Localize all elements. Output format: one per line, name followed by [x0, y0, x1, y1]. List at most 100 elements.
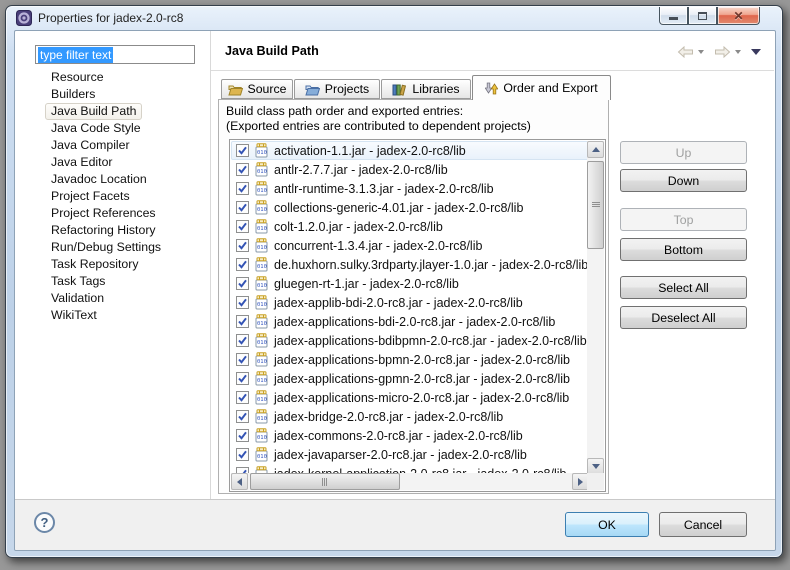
sidebar-item-task-repository[interactable]: Task Repository — [45, 256, 144, 273]
up-button: Up — [620, 141, 747, 164]
entry-checkbox[interactable] — [236, 201, 249, 214]
svg-text:010: 010 — [257, 264, 267, 270]
classpath-entry-row[interactable]: 010 jadex-javaparser-2.0-rc8.jar - jadex… — [231, 445, 589, 464]
sidebar-item-java-code-style[interactable]: Java Code Style — [45, 120, 147, 137]
svg-text:010: 010 — [257, 454, 267, 460]
maximize-button[interactable] — [688, 7, 717, 25]
sidebar-item-java-compiler[interactable]: Java Compiler — [45, 137, 136, 154]
jar-icon: 010 — [255, 295, 268, 310]
jar-icon: 010 — [255, 238, 268, 253]
entry-label: jadex-commons-2.0-rc8.jar - jadex-2.0-rc… — [274, 429, 523, 443]
entry-checkbox[interactable] — [236, 239, 249, 252]
vertical-scrollbar[interactable] — [587, 141, 604, 475]
entry-checkbox[interactable] — [236, 372, 249, 385]
window-title: Properties for jadex-2.0-rc8 — [38, 11, 183, 25]
entry-checkbox[interactable] — [236, 353, 249, 366]
minimize-icon — [669, 17, 678, 20]
tab-source[interactable]: Source — [221, 79, 293, 99]
classpath-entry-row[interactable]: 010 colt-1.2.0.jar - jadex-2.0-rc8/lib — [231, 217, 589, 236]
deselect-all-button[interactable]: Deselect All — [620, 306, 747, 329]
entry-checkbox[interactable] — [236, 163, 249, 176]
cancel-button[interactable]: Cancel — [659, 512, 747, 537]
classpath-entry-row[interactable]: 010 collections-generic-4.01.jar - jadex… — [231, 198, 589, 217]
classpath-entry-row[interactable]: 010 concurrent-1.3.4.jar - jadex-2.0-rc8… — [231, 236, 589, 255]
sidebar-item-project-facets[interactable]: Project Facets — [45, 188, 136, 205]
classpath-entry-row[interactable]: 010 gluegen-rt-1.jar - jadex-2.0-rc8/lib — [231, 274, 589, 293]
svg-text:010: 010 — [257, 188, 267, 194]
svg-text:010: 010 — [257, 302, 267, 308]
jar-icon: 010 — [255, 428, 268, 443]
classpath-entry-row[interactable]: 010 jadex-applications-micro-2.0-rc8.jar… — [231, 388, 589, 407]
jar-icon: 010 — [255, 314, 268, 329]
sidebar-item-javadoc-location[interactable]: Javadoc Location — [45, 171, 153, 188]
panel-description-line2: (Exported entries are contributed to dep… — [226, 119, 531, 133]
classpath-entry-row[interactable]: 010 jadex-bridge-2.0-rc8.jar - jadex-2.0… — [231, 407, 589, 426]
select-all-button[interactable]: Select All — [620, 276, 747, 299]
projects-tab-icon — [305, 83, 320, 96]
sidebar-item-refactoring-history[interactable]: Refactoring History — [45, 222, 162, 239]
sidebar-item-project-references[interactable]: Project References — [45, 205, 162, 222]
classpath-entry-row[interactable]: 010 jadex-applications-bdibpmn-2.0-rc8.j… — [231, 331, 589, 350]
button-bar: ? OK Cancel — [15, 500, 775, 550]
svg-text:010: 010 — [257, 207, 267, 213]
down-button[interactable]: Down — [620, 169, 747, 192]
entry-checkbox[interactable] — [236, 296, 249, 309]
sidebar-item-java-editor[interactable]: Java Editor — [45, 154, 119, 171]
entry-checkbox[interactable] — [236, 429, 249, 442]
sidebar-item-resource[interactable]: Resource — [45, 69, 110, 86]
sidebar-item-task-tags[interactable]: Task Tags — [45, 273, 111, 290]
minimize-button[interactable] — [659, 7, 688, 25]
jar-icon: 010 — [255, 219, 268, 234]
tab-libraries[interactable]: Libraries — [381, 79, 471, 99]
view-menu-icon[interactable] — [751, 49, 761, 55]
classpath-entry-row[interactable]: 010 jadex-applib-bdi-2.0-rc8.jar - jadex… — [231, 293, 589, 312]
horizontal-scroll-thumb[interactable] — [250, 473, 400, 490]
properties-dialog-window: Properties for jadex-2.0-rc8 ✕ type filt… — [5, 5, 783, 558]
classpath-entry-row[interactable]: 010 jadex-commons-2.0-rc8.jar - jadex-2.… — [231, 426, 589, 445]
sidebar-item-wikitext[interactable]: WikiText — [45, 307, 103, 324]
thumb-grip — [322, 478, 327, 486]
sidebar-item-validation[interactable]: Validation — [45, 290, 110, 307]
entry-checkbox[interactable] — [236, 391, 249, 404]
dialog-body: type filter text ResourceBuildersJava Bu… — [14, 30, 776, 551]
entry-checkbox[interactable] — [236, 315, 249, 328]
svg-text:010: 010 — [257, 397, 267, 403]
tab-label: Projects — [325, 82, 369, 96]
entry-checkbox[interactable] — [236, 448, 249, 461]
tab-projects[interactable]: Projects — [294, 79, 380, 99]
entry-checkbox[interactable] — [236, 182, 249, 195]
scroll-up-button[interactable] — [587, 141, 604, 158]
entry-checkbox[interactable] — [236, 144, 249, 157]
classpath-entry-row[interactable]: 010 antlr-runtime-3.1.3.jar - jadex-2.0-… — [231, 179, 589, 198]
entry-checkbox[interactable] — [236, 258, 249, 271]
bottom-button[interactable]: Bottom — [620, 238, 747, 261]
svg-text:010: 010 — [257, 340, 267, 346]
source-tab-icon — [228, 83, 243, 96]
classpath-entry-row[interactable]: 010 jadex-applications-gpmn-2.0-rc8.jar … — [231, 369, 589, 388]
vertical-scroll-thumb[interactable] — [587, 161, 604, 249]
horizontal-scrollbar[interactable] — [231, 473, 589, 490]
scroll-left-button[interactable] — [231, 473, 248, 490]
sidebar-item-builders[interactable]: Builders — [45, 86, 101, 103]
close-button[interactable]: ✕ — [717, 7, 760, 25]
ok-button[interactable]: OK — [565, 512, 649, 537]
filter-text: type filter text — [38, 47, 113, 63]
entry-checkbox[interactable] — [236, 410, 249, 423]
tab-order-and-export[interactable]: Order and Export — [472, 75, 611, 100]
sidebar-item-run-debug-settings[interactable]: Run/Debug Settings — [45, 239, 167, 256]
thumb-grip — [592, 202, 600, 208]
entry-checkbox[interactable] — [236, 334, 249, 347]
classpath-entry-row[interactable]: 010 jadex-applications-bdi-2.0-rc8.jar -… — [231, 312, 589, 331]
entry-label: jadex-applications-bdibpmn-2.0-rc8.jar -… — [274, 334, 587, 348]
sidebar-item-java-build-path[interactable]: Java Build Path — [45, 103, 142, 120]
entry-checkbox[interactable] — [236, 277, 249, 290]
classpath-entry-row[interactable]: 010 de.huxhorn.sulky.3rdparty.jlayer-1.0… — [231, 255, 589, 274]
entry-checkbox[interactable] — [236, 220, 249, 233]
filter-input[interactable]: type filter text — [35, 45, 195, 64]
jar-icon: 010 — [255, 409, 268, 424]
help-button[interactable]: ? — [34, 512, 55, 533]
classpath-entry-row[interactable]: 010 antlr-2.7.7.jar - jadex-2.0-rc8/lib — [231, 160, 589, 179]
classpath-entry-row[interactable]: 010 activation-1.1.jar - jadex-2.0-rc8/l… — [231, 141, 589, 160]
classpath-entry-row[interactable]: 010 jadex-applications-bpmn-2.0-rc8.jar … — [231, 350, 589, 369]
tab-label: Source — [248, 82, 287, 96]
